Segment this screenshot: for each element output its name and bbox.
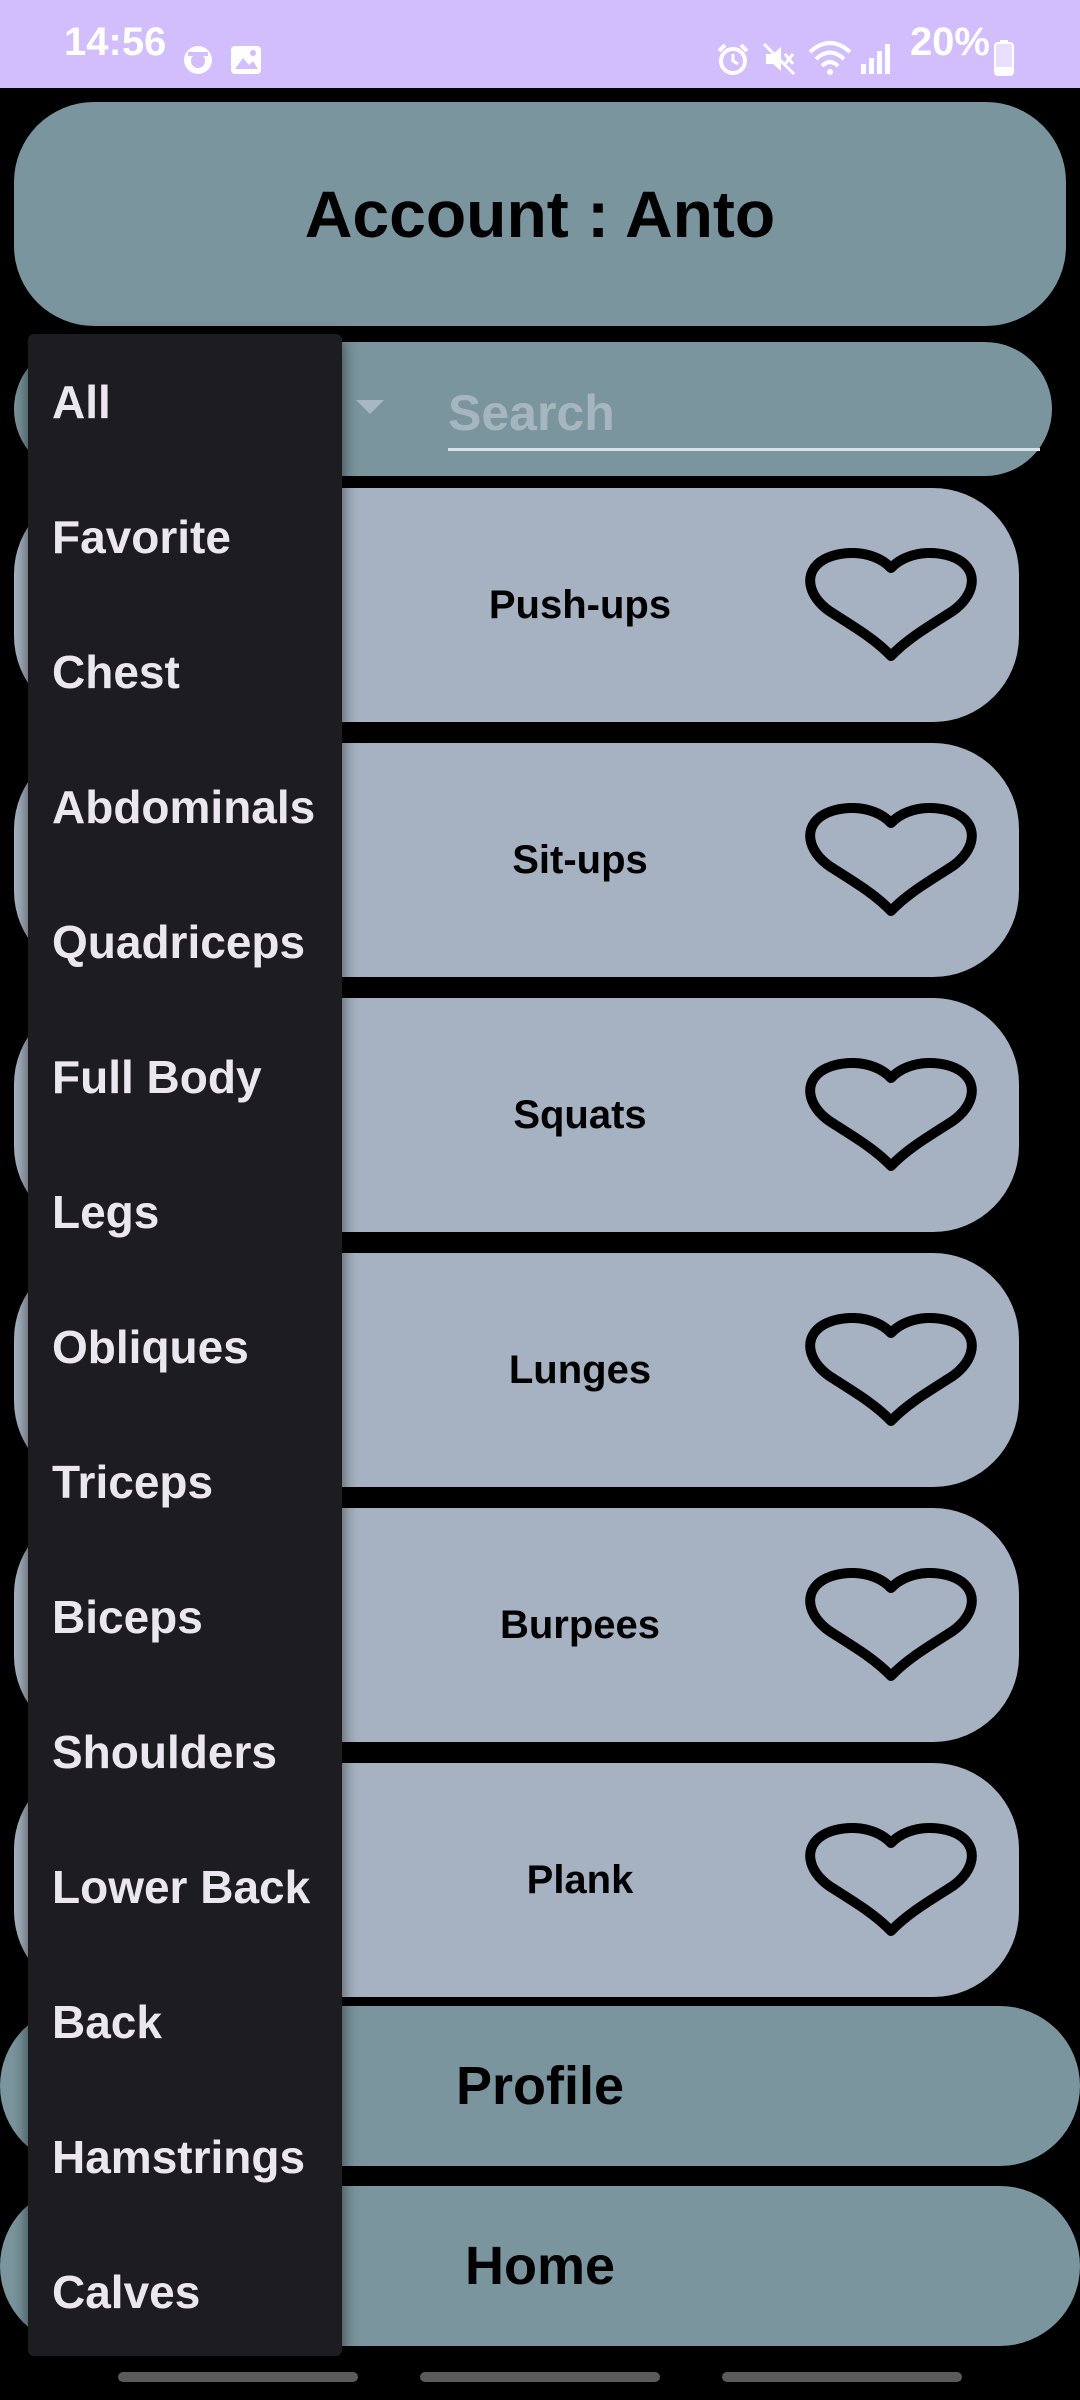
dropdown-option-triceps[interactable]: Triceps — [52, 1414, 342, 1549]
dropdown-option-all[interactable]: All — [52, 334, 342, 469]
account-title: Account : Anto — [304, 177, 776, 251]
dropdown-option-lower-back[interactable]: Lower Back — [52, 1819, 342, 1954]
gallery-notification-icon — [231, 46, 261, 74]
gesture-bar-left — [118, 2372, 358, 2382]
account-header: Account : Anto — [14, 102, 1066, 326]
favorite-heart-icon[interactable] — [800, 1309, 982, 1429]
favorite-heart-icon[interactable] — [800, 1819, 982, 1939]
signal-icon — [861, 44, 890, 74]
search-input[interactable] — [448, 378, 1040, 451]
favorite-heart-icon[interactable] — [800, 1564, 982, 1684]
dropdown-option-back[interactable]: Back — [52, 1954, 342, 2089]
status-time: 14:56 — [64, 20, 167, 64]
battery-icon — [994, 40, 1014, 76]
mute-icon — [762, 42, 796, 76]
dropdown-option-abdominals[interactable]: Abdominals — [52, 739, 342, 874]
dropdown-option-hamstrings[interactable]: Hamstrings — [52, 2089, 342, 2224]
dropdown-option-shoulders[interactable]: Shoulders — [52, 1684, 342, 1819]
exercise-name: Lunges — [508, 1347, 652, 1392]
dropdown-option-quadriceps[interactable]: Quadriceps — [52, 874, 342, 1009]
category-dropdown-menu: All Favorite Chest Abdominals Quadriceps… — [28, 334, 342, 2356]
favorite-heart-icon[interactable] — [800, 799, 982, 919]
exercise-name: Sit-ups — [512, 837, 648, 882]
alarm-icon — [717, 43, 749, 75]
profile-button-label: Profile — [455, 2056, 625, 2116]
wifi-icon — [808, 41, 852, 75]
dropdown-option-legs[interactable]: Legs — [52, 1144, 342, 1279]
dropdown-option-full-body[interactable]: Full Body — [52, 1009, 342, 1144]
exercise-name: Push-ups — [488, 582, 672, 627]
gesture-bar-right — [722, 2372, 962, 2382]
favorite-heart-icon[interactable] — [800, 1054, 982, 1174]
face-notification-icon — [184, 46, 212, 74]
gesture-bar-center — [420, 2372, 660, 2382]
home-button-label: Home — [464, 2236, 616, 2296]
chevron-down-icon[interactable] — [356, 400, 384, 414]
dropdown-option-calves[interactable]: Calves — [52, 2224, 342, 2359]
battery-percentage: 20% — [909, 20, 990, 64]
exercise-name: Plank — [526, 1857, 634, 1902]
dropdown-option-favorite[interactable]: Favorite — [52, 469, 342, 604]
dropdown-option-biceps[interactable]: Biceps — [52, 1549, 342, 1684]
exercise-name: Burpees — [499, 1602, 661, 1647]
status-bar: 14:56 20% — [0, 0, 1080, 88]
exercise-name: Squats — [513, 1092, 647, 1137]
dropdown-option-chest[interactable]: Chest — [52, 604, 342, 739]
dropdown-option-obliques[interactable]: Obliques — [52, 1279, 342, 1414]
favorite-heart-icon[interactable] — [800, 544, 982, 664]
